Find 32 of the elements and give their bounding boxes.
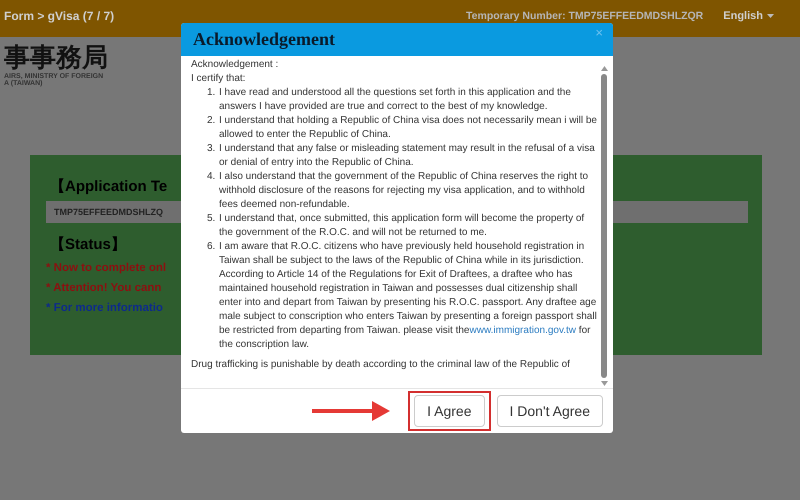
list-item: I also understand that the government of the Republic of China reserves the right to withhold disclosure of the reasons for rejecting my visa application, and to withhold fees deemed non-refundable. <box>219 170 590 212</box>
section-heading: 【Status】 <box>50 235 126 254</box>
list-number: 1. <box>207 86 216 100</box>
section-heading: 【Application Te <box>50 177 168 196</box>
scroll-up-icon[interactable] <box>600 66 608 71</box>
list-item: I am aware that R.O.C. citizens who have previously held household registration in Taiwan shall be subject to the laws of the Republic of China while in its jurisdiction. According to Article 14 of the Regulations for Exit of Draftees, a draftee who has maintained household registration in Taiwan and possesses dual citizenship shall enter into and depart from Taiwan by presenting his R.O.C. passport. Any draftee age male subject to conscription who enters Taiwan by presenting a foreign passport shall be restricted from departing from Taiwan. please visit thewww.immigration.gov.tw for the conscription law. <box>219 240 597 352</box>
list-number: 2. <box>207 114 216 128</box>
list-item: I have read and understood all the questions set forth in this application and the answers I have provided are true and correct to the best of my knowledge. <box>219 86 572 114</box>
arrow-icon <box>312 400 390 422</box>
immigration-link[interactable]: www.immigration.gov.tw <box>470 325 576 336</box>
status-line: * Attention! You cann <box>46 282 162 294</box>
list-number: 5. <box>207 212 216 226</box>
dialog-title: Acknowledgement <box>193 29 336 50</box>
status-line: * Now to complete onl <box>46 262 166 274</box>
status-line: * For more informatio <box>46 302 163 314</box>
language-dropdown[interactable]: English <box>723 10 792 22</box>
intro-text: I certify that: <box>191 72 246 86</box>
note-text: Drug trafficking is punishable by death according to the criminal law of the Republic of <box>191 358 571 372</box>
disagree-button[interactable]: I Don't Agree <box>496 395 603 427</box>
list-number: 4. <box>207 170 216 184</box>
list-number: 6. <box>207 240 216 254</box>
breadcrumb: Form > gVisa (7 / 7) <box>4 10 114 23</box>
list-item: I understand that, once submitted, this application form will become the property of the government of the R.O.C. and will not be returned to me. <box>219 212 586 240</box>
scroll-down-icon[interactable] <box>600 381 608 386</box>
caret-icon <box>767 14 774 18</box>
logo-title: 事事務局 <box>4 43 108 73</box>
intro-text: Acknowledgement : <box>191 58 280 72</box>
list-number: 3. <box>207 142 216 156</box>
list-item: I understand that holding a Republic of China visa does not necessarily mean i will be allowed to enter the Republic of China. <box>219 114 597 142</box>
agree-button[interactable]: I Agree <box>414 395 484 427</box>
temporary-number: Temporary Number: TMP75EFFEEDMDSHLZQR <box>466 10 704 22</box>
list-item: I understand that any false or misleading statement may result in the refusal of a visa or denial of entry into the Republic of China. <box>219 142 596 170</box>
